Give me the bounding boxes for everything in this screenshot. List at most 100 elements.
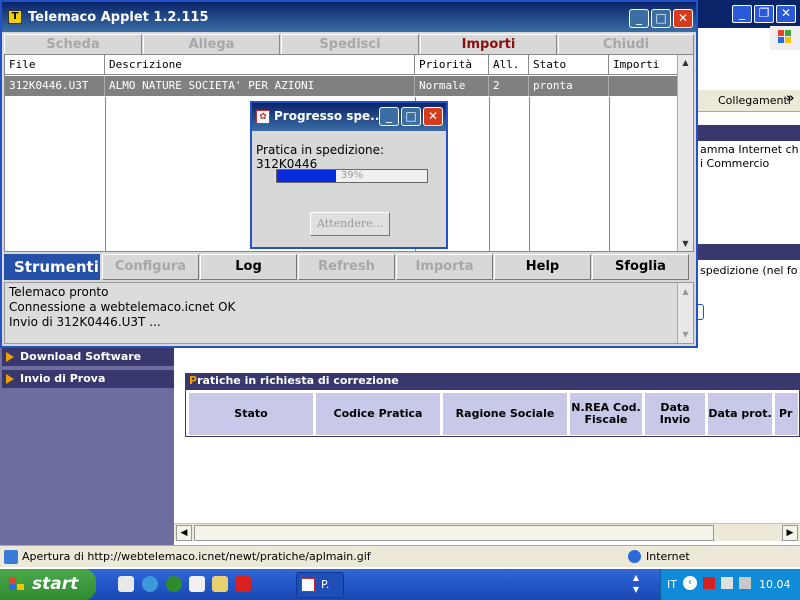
applet-title: Telemaco Applet 1.2.115: [28, 10, 209, 25]
tab-chiudi[interactable]: Chiudi: [558, 34, 694, 56]
scroll-down-icon[interactable]: ▼: [679, 237, 692, 250]
cell-allegati: 2: [489, 76, 529, 96]
section-header-bar: [698, 244, 800, 260]
nav-item-download-software[interactable]: Download Software: [2, 348, 174, 366]
messenger-icon[interactable]: [166, 576, 182, 592]
log-line: Connessione a webtelemaco.icnet OK: [9, 300, 236, 314]
column-divider: [489, 97, 490, 253]
tab-importi[interactable]: Importi: [420, 34, 557, 56]
log-area[interactable]: Telemaco pronto Connessione a webtelemac…: [4, 282, 694, 344]
log-line: Telemaco pronto: [9, 285, 109, 299]
nav-item-label: Download Software: [20, 350, 142, 363]
page-loading-icon: [4, 550, 18, 564]
column-divider: [609, 97, 610, 253]
minimize-button[interactable]: _: [379, 107, 399, 126]
col-header-priorita[interactable]: Priorità: [415, 55, 489, 75]
col-header-codice-pratica: Codice Pratica: [315, 392, 441, 436]
arrow-right-icon: [6, 374, 14, 384]
importa-button[interactable]: Importa: [396, 254, 493, 280]
tab-spedisci[interactable]: Spedisci: [281, 34, 419, 56]
log-button[interactable]: Log: [200, 254, 297, 280]
system-tray: IT ‹ 10.04: [660, 569, 800, 600]
taskbar-scroll-icon[interactable]: ▲ ▼: [630, 572, 642, 598]
scroll-up-icon[interactable]: ▲: [679, 285, 692, 298]
clock[interactable]: 10.04: [759, 578, 791, 591]
column-divider: [529, 97, 530, 253]
outlook-icon[interactable]: [189, 576, 205, 592]
col-header-ragione-sociale: Ragione Sociale: [442, 392, 568, 436]
browser-close-button[interactable]: ✕: [776, 5, 796, 23]
progress-dialog: ✿ Progresso spe... _ □ ✕ Pratica in sped…: [250, 101, 448, 249]
configura-button[interactable]: Configura: [102, 254, 199, 280]
col-header-importi[interactable]: Importi: [609, 55, 679, 75]
col-header-stato[interactable]: Stato: [529, 55, 609, 75]
show-desktop-icon[interactable]: [118, 576, 134, 592]
intro-text-3: spedizione (nel fo: [700, 264, 798, 277]
telemaco-icon[interactable]: [235, 576, 251, 592]
tray-app-icon[interactable]: [703, 577, 715, 589]
tray-printer-icon[interactable]: [739, 577, 751, 589]
windows-flag-icon: [9, 577, 24, 590]
links-label[interactable]: Collegamenti: [718, 94, 791, 107]
browser-restore-button[interactable]: ❐: [754, 5, 774, 23]
pratiche-section-title: Pratiche in richiesta di correzione: [185, 373, 800, 389]
intro-text-2: i Commercio: [700, 157, 770, 170]
close-button[interactable]: ✕: [423, 107, 443, 126]
nav-item-label: Invio di Prova: [20, 372, 106, 385]
tab-allega[interactable]: Allega: [143, 34, 280, 56]
maximize-button[interactable]: □: [651, 9, 671, 28]
scroll-left-icon[interactable]: ◀: [176, 525, 192, 541]
horizontal-scrollbar[interactable]: ◀ ▶: [174, 523, 800, 541]
scroll-up-icon[interactable]: ▲: [679, 56, 692, 69]
cell-descrizione: ALMO NATURE SOCIETA' PER AZIONI: [105, 76, 415, 96]
globe-icon: [628, 550, 641, 563]
log-vertical-scrollbar[interactable]: ▲ ▼: [677, 283, 693, 343]
nav-item-invio-di-prova[interactable]: Invio di Prova: [2, 370, 174, 388]
col-header-pr: Pr: [774, 392, 799, 436]
applet-titlebar[interactable]: T Telemaco Applet 1.2.115 _ □ ✕: [2, 2, 696, 32]
tray-chevron-icon[interactable]: ‹: [683, 576, 697, 590]
taskbar-window-button[interactable]: P.: [296, 572, 344, 598]
refresh-button[interactable]: Refresh: [298, 254, 395, 280]
progress-label: 39%: [340, 170, 364, 181]
progress-bar: 39%: [276, 169, 428, 183]
arrow-right-icon: [6, 352, 14, 362]
minimize-button[interactable]: _: [629, 9, 649, 28]
telemaco-app-icon: T: [8, 10, 22, 24]
tray-network-icon[interactable]: [721, 577, 733, 589]
table-row[interactable]: 312K0446.U3T ALMO NATURE SOCIETA' PER AZ…: [5, 76, 679, 96]
maximize-button[interactable]: □: [401, 107, 421, 126]
cell-stato: pronta: [529, 76, 609, 96]
chevron-right-icon[interactable]: »: [786, 91, 794, 106]
browser-titlebar: _ ❐ ✕: [698, 0, 800, 28]
cell-priorita: Normale: [415, 76, 489, 96]
close-button[interactable]: ✕: [673, 9, 693, 28]
links-toolbar[interactable]: Collegamenti »: [698, 90, 800, 112]
col-header-descrizione[interactable]: Descrizione: [105, 55, 415, 75]
help-button[interactable]: Help: [494, 254, 591, 280]
telemaco-icon: [301, 578, 315, 592]
browser-minimize-button[interactable]: _: [732, 5, 752, 23]
cell-file: 312K0446.U3T: [5, 76, 105, 96]
col-header-file[interactable]: File: [5, 55, 105, 75]
progress-dialog-titlebar[interactable]: ✿ Progresso spe... _ □ ✕: [252, 103, 446, 131]
col-header-stato: Stato: [188, 392, 314, 436]
scroll-right-icon[interactable]: ▶: [782, 525, 798, 541]
internet-explorer-icon[interactable]: [142, 576, 158, 592]
windows-logo-icon: [770, 26, 800, 50]
attendere-button[interactable]: Attendere...: [310, 212, 390, 236]
col-header-data-prot: Data prot.: [707, 392, 773, 436]
language-indicator[interactable]: IT: [667, 578, 677, 591]
status-text: Apertura di http://webtelemaco.icnet/new…: [22, 550, 371, 563]
table-vertical-scrollbar[interactable]: ▲ ▼: [677, 55, 693, 251]
input-edge: [698, 304, 704, 320]
col-header-allegati[interactable]: All.: [489, 55, 529, 75]
scroll-down-icon[interactable]: ▼: [679, 328, 692, 341]
column-divider: [105, 97, 106, 253]
sfoglia-button[interactable]: Sfoglia: [592, 254, 689, 280]
tab-scheda[interactable]: Scheda: [4, 34, 142, 56]
pratiche-table: Stato Codice Pratica Ragione Sociale N.R…: [185, 389, 800, 437]
scroll-thumb[interactable]: [194, 525, 714, 541]
log-line: Invio di 312K0446.U3T ...: [9, 315, 161, 329]
explorer-icon[interactable]: [212, 576, 228, 592]
